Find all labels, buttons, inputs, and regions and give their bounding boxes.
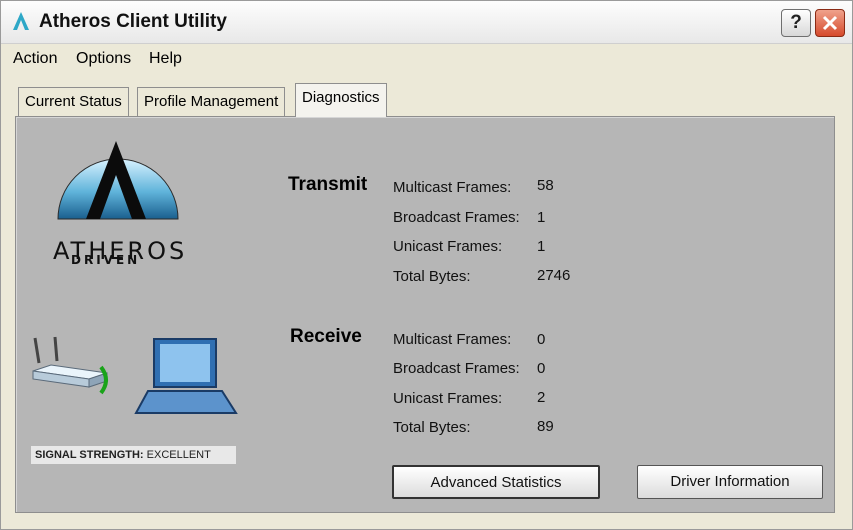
- receive-unicast-value: 2: [537, 389, 546, 406]
- transmit-multicast-value: 58: [537, 177, 554, 194]
- receive-total-bytes-value: 89: [537, 418, 554, 435]
- receive-title: Receive: [290, 326, 362, 347]
- transmit-unicast-label: Unicast Frames:: [393, 238, 503, 255]
- receive-total-bytes-label: Total Bytes:: [393, 419, 471, 436]
- close-button[interactable]: [815, 9, 845, 37]
- transmit-unicast-value: 1: [537, 238, 546, 255]
- transmit-broadcast-label: Broadcast Frames:: [393, 209, 520, 226]
- app-window: Atheros Client Utility ? Action Options …: [0, 0, 853, 530]
- receive-broadcast-label: Broadcast Frames:: [393, 360, 520, 377]
- close-icon: [822, 15, 838, 31]
- atheros-logo-icon: [13, 12, 29, 30]
- tab-diagnostics[interactable]: Diagnostics: [295, 83, 387, 117]
- advanced-statistics-button[interactable]: Advanced Statistics: [392, 465, 600, 499]
- menu-help[interactable]: Help: [149, 50, 182, 68]
- brand-tagline: DRIVEN: [71, 253, 141, 267]
- window-title: Atheros Client Utility: [39, 11, 227, 32]
- help-button[interactable]: ?: [781, 9, 811, 37]
- signal-strength-label: SIGNAL STRENGTH:: [35, 449, 144, 461]
- laptop-icon: [134, 338, 238, 414]
- receive-unicast-label: Unicast Frames:: [393, 390, 503, 407]
- atheros-driven-logo: [57, 141, 179, 220]
- tab-profile-management[interactable]: Profile Management: [137, 87, 286, 117]
- receive-multicast-label: Multicast Frames:: [393, 331, 512, 348]
- menu-options[interactable]: Options: [76, 50, 131, 68]
- signal-arc-icon: [99, 365, 108, 395]
- tab-current-status[interactable]: Current Status: [18, 87, 129, 117]
- transmit-multicast-label: Multicast Frames:: [393, 179, 512, 196]
- receive-multicast-value: 0: [537, 331, 546, 348]
- signal-strength-indicator: SIGNAL STRENGTH: EXCELLENT: [31, 446, 236, 464]
- receive-broadcast-value: 0: [537, 360, 546, 377]
- transmit-total-bytes-value: 2746: [537, 267, 571, 284]
- menu-bar: Action Options Help: [1, 44, 852, 74]
- menu-action[interactable]: Action: [13, 50, 57, 68]
- transmit-total-bytes-label: Total Bytes:: [393, 268, 471, 285]
- titlebar[interactable]: Atheros Client Utility ?: [1, 1, 852, 44]
- signal-strength-value: EXCELLENT: [146, 449, 211, 461]
- transmit-broadcast-value: 1: [537, 209, 546, 226]
- transmit-title: Transmit: [288, 174, 368, 195]
- driver-information-button[interactable]: Driver Information: [637, 465, 823, 499]
